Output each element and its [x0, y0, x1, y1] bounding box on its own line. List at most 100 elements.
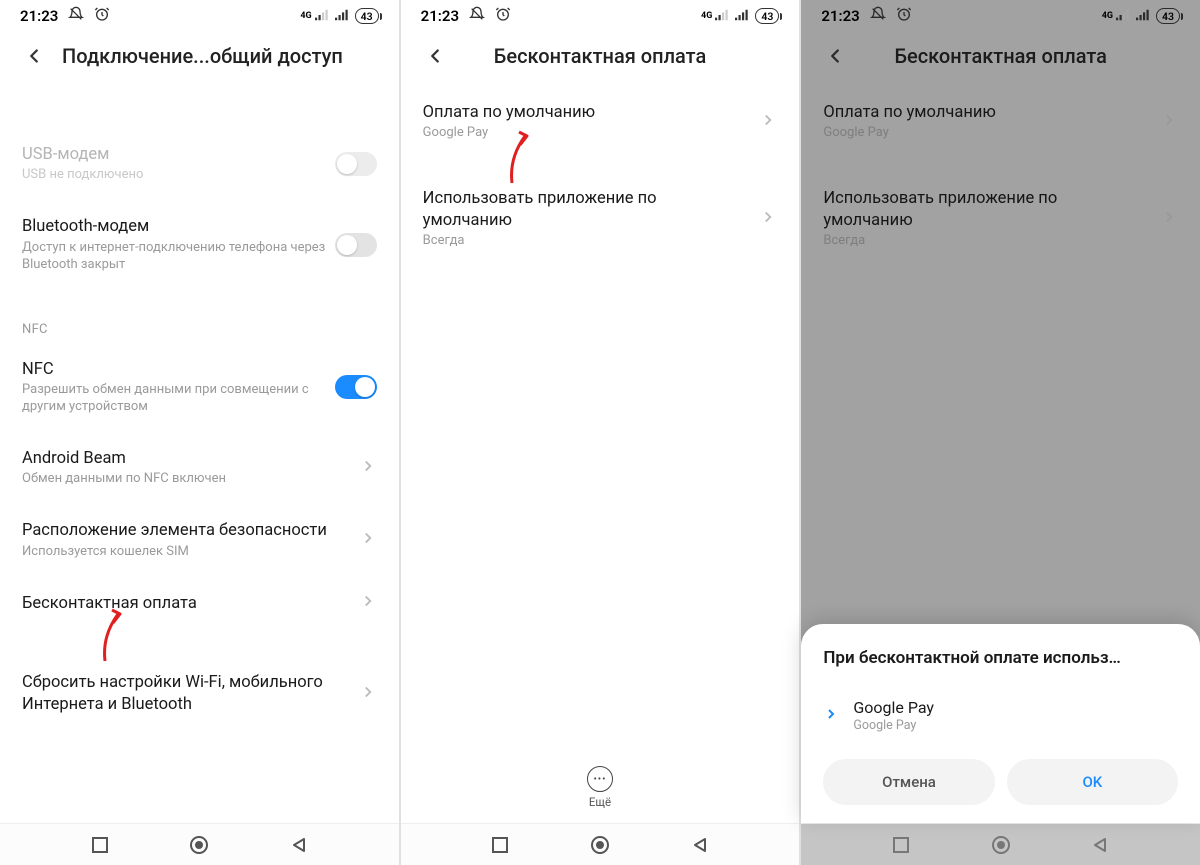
- bluetooth-toggle[interactable]: [335, 233, 377, 257]
- item-title: USB-модем: [22, 144, 335, 165]
- item-subtitle: Всегда: [423, 233, 750, 250]
- item-title: Оплата по умолчанию: [823, 102, 1150, 123]
- chevron-right-icon: [359, 592, 377, 614]
- nfc-section-header: NFC: [0, 290, 399, 343]
- item-subtitle: Google Pay: [823, 125, 1150, 142]
- option-title: Google Pay: [853, 698, 1178, 717]
- chevron-right-icon: [359, 457, 377, 479]
- header: Бесконтактная оплата: [801, 28, 1200, 88]
- status-time: 21:23: [821, 7, 859, 25]
- chevron-right-icon: [1160, 111, 1178, 133]
- nav-recent[interactable]: [480, 825, 520, 865]
- dnd-icon: [68, 6, 84, 26]
- item-subtitle: Обмен данными по NFC включен: [22, 471, 349, 488]
- ok-button[interactable]: OK: [1007, 759, 1178, 805]
- dnd-icon: [870, 6, 886, 26]
- signal-icon-2: [1136, 7, 1150, 25]
- item-title: Android Beam: [22, 448, 349, 469]
- more-icon: •••: [587, 766, 613, 792]
- item-subtitle: USB не подключено: [22, 167, 335, 184]
- back-button[interactable]: [421, 42, 449, 70]
- dialog-title: При бесконтактной оплате использ…: [823, 648, 1178, 668]
- item-title: Использовать приложение по умолчанию: [823, 188, 1150, 231]
- chevron-right-icon: [1160, 208, 1178, 230]
- item-title: Использовать приложение по умолчанию: [423, 188, 750, 231]
- page-title: Бесконтактная оплата: [449, 44, 752, 68]
- page-title: Бесконтактная оплата: [849, 44, 1152, 68]
- item-subtitle: Google Pay: [423, 125, 750, 142]
- chevron-right-icon: [359, 529, 377, 551]
- option-subtitle: Google Pay: [853, 718, 1178, 733]
- nav-bar: [401, 823, 800, 865]
- nav-back[interactable]: [680, 825, 720, 865]
- contactless-payment-item[interactable]: Бесконтактная оплата: [0, 576, 399, 630]
- battery-icon: 43: [755, 8, 779, 24]
- item-title: Оплата по умолчанию: [423, 102, 750, 123]
- header: Бесконтактная оплата: [401, 28, 800, 88]
- default-payment-item[interactable]: Оплата по умолчанию Google Pay: [401, 88, 800, 156]
- status-bar: 21:23 4G 43: [801, 0, 1200, 28]
- signal-icon-2: [735, 7, 749, 25]
- nav-recent[interactable]: [80, 825, 120, 865]
- use-default-app-item[interactable]: Использовать приложение по умолчанию Все…: [401, 174, 800, 264]
- nav-recent[interactable]: [881, 825, 921, 865]
- nav-home[interactable]: [179, 825, 219, 865]
- signal-icon: [715, 7, 729, 25]
- chevron-right-icon: [759, 111, 777, 133]
- more-button[interactable]: ••• Ещё: [401, 754, 800, 823]
- item-title: Bluetooth-модем: [22, 216, 335, 237]
- net-type: 4G: [300, 11, 311, 21]
- default-payment-item: Оплата по умолчанию Google Pay: [801, 88, 1200, 156]
- header: Подключение...общий доступ: [0, 28, 399, 88]
- item-subtitle: Разрешить обмен данными при совмещении с…: [22, 382, 335, 416]
- dnd-icon: [469, 6, 485, 26]
- reset-network-item[interactable]: Сбросить настройки Wi-Fi, мобильного Инт…: [0, 656, 399, 731]
- status-time: 21:23: [20, 7, 58, 25]
- back-button[interactable]: [20, 42, 48, 70]
- item-title: Расположение элемента безопасности: [22, 520, 349, 541]
- signal-icon-2: [335, 7, 349, 25]
- signal-icon: [315, 7, 329, 25]
- nfc-item[interactable]: NFC Разрешить обмен данными при совмещен…: [0, 343, 399, 432]
- alarm-icon: [495, 6, 511, 26]
- item-title: Бесконтактная оплата: [22, 593, 349, 614]
- item-title: Сбросить настройки Wi-Fi, мобильного Инт…: [22, 672, 349, 715]
- chevron-right-icon: [823, 706, 839, 726]
- settings-list[interactable]: USB-модем USB не подключено Bluetooth-мо…: [0, 88, 399, 823]
- net-type: 4G: [701, 11, 712, 21]
- net-type: 4G: [1102, 11, 1113, 21]
- status-bar: 21:23 4G 43: [0, 0, 399, 28]
- cancel-button[interactable]: Отмена: [823, 759, 994, 805]
- item-subtitle: Доступ к интернет-подключению телефона ч…: [22, 240, 335, 274]
- nfc-toggle[interactable]: [335, 375, 377, 399]
- chevron-right-icon: [359, 683, 377, 705]
- phone-screen-3: 21:23 4G 43 Бесконтактная оплата Оплата …: [801, 0, 1200, 865]
- payment-app-dialog: При бесконтактной оплате использ… Google…: [801, 624, 1200, 823]
- status-bar: 21:23 4G 43: [401, 0, 800, 28]
- settings-list[interactable]: Оплата по умолчанию Google Pay Использов…: [401, 88, 800, 754]
- page-title: Подключение...общий доступ: [62, 44, 379, 68]
- item-title: NFC: [22, 359, 335, 380]
- nav-home[interactable]: [580, 825, 620, 865]
- more-label: Ещё: [589, 795, 611, 809]
- usb-toggle: [335, 152, 377, 176]
- battery-icon: 43: [355, 8, 379, 24]
- item-subtitle: Всегда: [823, 233, 1150, 250]
- chevron-right-icon: [759, 208, 777, 230]
- phone-screen-1: 21:23 4G 43 Подключение...общий доступ U…: [0, 0, 399, 865]
- android-beam-item[interactable]: Android Beam Обмен данными по NFC включе…: [0, 432, 399, 504]
- alarm-icon: [896, 6, 912, 26]
- phone-screen-2: 21:23 4G 43 Бесконтактная оплата Оплата …: [401, 0, 800, 865]
- bluetooth-tethering-item[interactable]: Bluetooth-модем Доступ к интернет-подклю…: [0, 200, 399, 289]
- nav-home[interactable]: [981, 825, 1021, 865]
- secure-element-item[interactable]: Расположение элемента безопасности Испол…: [0, 504, 399, 576]
- battery-icon: 43: [1156, 8, 1180, 24]
- signal-icon: [1116, 7, 1130, 25]
- nav-back[interactable]: [1080, 825, 1120, 865]
- dialog-option-googlepay[interactable]: Google Pay Google Pay: [823, 688, 1178, 751]
- nav-bar: [801, 823, 1200, 865]
- nav-back[interactable]: [279, 825, 319, 865]
- status-time: 21:23: [421, 7, 459, 25]
- back-button[interactable]: [821, 42, 849, 70]
- alarm-icon: [94, 6, 110, 26]
